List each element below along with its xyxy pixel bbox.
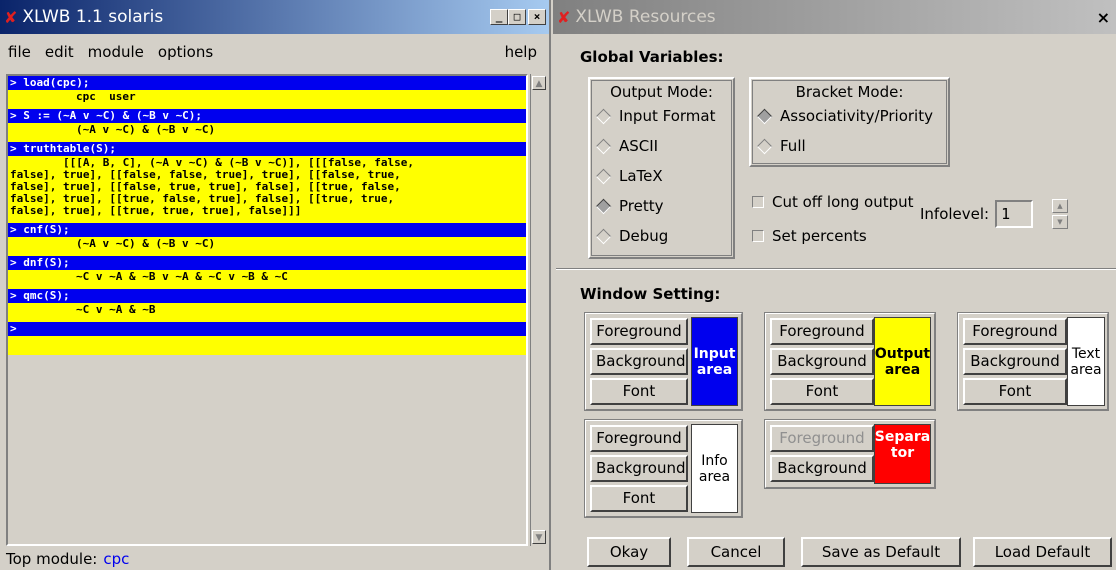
menu-module[interactable]: module <box>88 43 144 61</box>
menubar: file edit module options help <box>0 34 549 70</box>
info-foreground-button[interactable]: Foreground <box>590 425 688 452</box>
app-x-icon: ✘ <box>557 7 571 27</box>
radio-associativity[interactable]: Associativity/Priority <box>751 101 948 131</box>
separator-foreground-button[interactable]: Foreground <box>770 425 874 452</box>
menu-edit[interactable]: edit <box>45 43 74 61</box>
output-area-swatch: Output area <box>874 317 931 406</box>
output-font-button[interactable]: Font <box>770 378 874 405</box>
cut-off-checkbox[interactable]: Cut off long output <box>752 193 914 211</box>
spin-up-icon[interactable]: ▲ <box>1052 199 1068 213</box>
radio-pretty[interactable]: Pretty <box>590 191 733 221</box>
infolevel-input[interactable]: 1 <box>995 200 1034 228</box>
input-background-button[interactable]: Background <box>590 348 688 375</box>
section-divider <box>556 268 1116 270</box>
radio-icon[interactable] <box>595 228 612 244</box>
radio-selected-icon[interactable] <box>756 108 773 124</box>
text-font-button[interactable]: Font <box>963 378 1067 405</box>
worksheet-cell: > load(cpc); cpc user <box>8 76 526 109</box>
cell-input[interactable]: > S := (~A v ~C) & (~B v ~C); <box>8 109 526 123</box>
radio-ascii[interactable]: ASCII <box>590 131 733 161</box>
radio-icon[interactable] <box>595 168 612 184</box>
maximize-button[interactable]: □ <box>508 9 526 25</box>
separator-swatch: Separa tor <box>874 424 931 484</box>
output-mode-title: Output Mode: <box>610 83 713 101</box>
worksheet-cell: > truthtable(S); [[[A, B, C], (~A v ~C) … <box>8 142 526 223</box>
radio-debug[interactable]: Debug <box>590 221 733 251</box>
worksheet-window: ✘ XLWB 1.1 solaris _ □ × file edit modul… <box>0 0 551 570</box>
status-label: Top module: <box>6 550 98 568</box>
infolevel-control: Infolevel: 1 <box>920 200 1034 228</box>
cell-input[interactable]: > qmc(S); <box>8 289 526 303</box>
input-font-button[interactable]: Font <box>590 378 688 405</box>
cancel-button[interactable]: Cancel <box>687 537 785 567</box>
bracket-mode-title: Bracket Mode: <box>795 83 904 101</box>
worksheet-scrollbar[interactable]: ▲ ▼ <box>530 74 546 546</box>
cell-input[interactable]: > truthtable(S); <box>8 142 526 156</box>
worksheet-cell: > <box>8 322 526 355</box>
status-module: cpc <box>103 550 130 568</box>
menu-help[interactable]: help <box>505 43 537 61</box>
info-font-button[interactable]: Font <box>590 485 688 512</box>
worksheet-titlebar: ✘ XLWB 1.1 solaris _ □ × <box>0 0 549 34</box>
radio-icon[interactable] <box>595 138 612 154</box>
status-bar: Top module: cpc <box>6 550 129 568</box>
cell-output <box>8 336 526 355</box>
output-mode-group: Output Mode: Input Format ASCII LaTeX Pr… <box>588 77 735 259</box>
input-area-swatch: Input area <box>691 317 738 406</box>
output-background-button[interactable]: Background <box>770 348 874 375</box>
cell-output: ~C v ~A & ~B <box>8 303 526 322</box>
text-foreground-button[interactable]: Foreground <box>963 318 1067 345</box>
cell-input-active[interactable]: > <box>8 322 526 336</box>
cell-output: [[[A, B, C], (~A v ~C) & (~B v ~C)], [[[… <box>8 156 526 223</box>
scroll-up-icon[interactable]: ▲ <box>532 76 546 90</box>
okay-button[interactable]: Okay <box>587 537 671 567</box>
window-setting-label: Window Setting: <box>580 285 721 303</box>
scroll-down-icon[interactable]: ▼ <box>532 530 546 544</box>
close-icon[interactable]: × <box>1097 8 1110 27</box>
cell-output: ~C v ~A & ~B v ~A & ~C v ~B & ~C <box>8 270 526 289</box>
menu-file[interactable]: file <box>8 43 31 61</box>
save-default-button[interactable]: Save as Default <box>801 537 961 567</box>
radio-selected-icon[interactable] <box>595 198 612 214</box>
cell-input[interactable]: > dnf(S); <box>8 256 526 270</box>
text-background-button[interactable]: Background <box>963 348 1067 375</box>
cell-input[interactable]: > cnf(S); <box>8 223 526 237</box>
checkbox-icon[interactable] <box>752 196 764 208</box>
info-background-button[interactable]: Background <box>590 455 688 482</box>
load-default-button[interactable]: Load Default <box>973 537 1112 567</box>
worksheet-cell: > dnf(S); ~C v ~A & ~B v ~A & ~C v ~B & … <box>8 256 526 289</box>
checkbox-icon[interactable] <box>752 230 764 242</box>
worksheet-cell: > qmc(S); ~C v ~A & ~B <box>8 289 526 322</box>
set-percents-checkbox[interactable]: Set percents <box>752 227 867 245</box>
global-variables-label: Global Variables: <box>580 48 724 66</box>
app-x-icon: ✘ <box>4 7 18 27</box>
worksheet-cell: > S := (~A v ~C) & (~B v ~C); (~A v ~C) … <box>8 109 526 142</box>
output-foreground-button[interactable]: Foreground <box>770 318 874 345</box>
radio-input-format[interactable]: Input Format <box>590 101 733 131</box>
resources-titlebar: ✘ XLWB Resources × <box>553 0 1116 34</box>
cell-input[interactable]: > load(cpc); <box>8 76 526 90</box>
spin-down-icon[interactable]: ▼ <box>1052 215 1068 229</box>
text-area-swatch: Text area <box>1067 317 1105 406</box>
close-button[interactable]: × <box>528 9 546 25</box>
input-foreground-button[interactable]: Foreground <box>590 318 688 345</box>
info-area-swatch: Info area <box>691 424 738 513</box>
minimize-button[interactable]: _ <box>490 9 508 25</box>
radio-full[interactable]: Full <box>751 131 948 161</box>
radio-latex[interactable]: LaTeX <box>590 161 733 191</box>
infolevel-spinner[interactable]: ▲ ▼ <box>1052 199 1068 229</box>
bracket-mode-group: Bracket Mode: Associativity/Priority Ful… <box>749 77 950 167</box>
cell-output: (~A v ~C) & (~B v ~C) <box>8 123 526 142</box>
worksheet-area[interactable]: > load(cpc); cpc user > S := (~A v ~C) &… <box>6 74 528 546</box>
worksheet-title: XLWB 1.1 solaris <box>22 7 164 27</box>
separator-background-button[interactable]: Background <box>770 455 874 482</box>
cell-output: cpc user <box>8 90 526 109</box>
infolevel-label: Infolevel: <box>920 205 990 223</box>
cell-output: (~A v ~C) & (~B v ~C) <box>8 237 526 256</box>
resources-title: XLWB Resources <box>575 7 716 27</box>
radio-icon[interactable] <box>595 108 612 124</box>
radio-icon[interactable] <box>756 138 773 154</box>
worksheet-cell: > cnf(S); (~A v ~C) & (~B v ~C) <box>8 223 526 256</box>
menu-options[interactable]: options <box>158 43 213 61</box>
